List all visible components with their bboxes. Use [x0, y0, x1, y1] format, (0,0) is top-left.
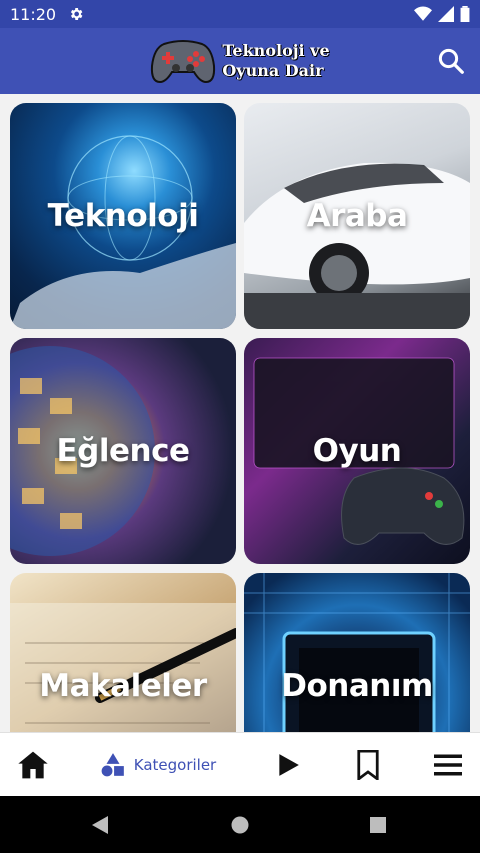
app-title-line2: Oyuna Dair: [222, 61, 324, 80]
pen-paper-image: [10, 603, 236, 732]
search-icon: [438, 48, 464, 74]
nav-categories-button[interactable]: Kategoriler: [98, 733, 218, 797]
categories-shapes-icon: [101, 753, 124, 777]
category-label: Makaleler: [39, 668, 207, 704]
battery-icon: [460, 6, 470, 22]
category-label: Araba: [306, 198, 408, 234]
app-logo[interactable]: Teknoloji ve Oyuna Dair: [150, 36, 330, 86]
bookmark-icon: [357, 750, 379, 780]
category-tile-donanim[interactable]: Donanım: [244, 573, 470, 732]
category-tile-teknoloji[interactable]: Teknoloji: [10, 103, 236, 329]
wifi-icon: [414, 6, 432, 21]
category-label: Oyun: [312, 433, 402, 469]
system-recents-button[interactable]: [358, 796, 398, 853]
play-icon: [279, 754, 299, 776]
recents-square-icon: [370, 816, 386, 833]
category-label: Donanım: [281, 668, 433, 704]
nav-home-button[interactable]: [10, 733, 56, 797]
gamepad-logo-icon: [151, 40, 216, 84]
system-back-button[interactable]: [80, 796, 120, 853]
app-title-line1: Teknoloji ve: [222, 41, 330, 60]
system-home-button[interactable]: [220, 796, 260, 853]
system-navigation-bar: [0, 796, 480, 853]
nav-play-button[interactable]: [266, 733, 310, 797]
bottom-navigation: Kategoriler: [0, 732, 480, 796]
nav-bookmarks-button[interactable]: [346, 733, 390, 797]
category-label: Eğlence: [56, 433, 191, 469]
category-tile-araba[interactable]: Araba: [244, 103, 470, 329]
home-circle-icon: [231, 816, 249, 833]
menu-icon: [434, 754, 462, 776]
category-label: Teknoloji: [47, 198, 199, 234]
app-bar: Teknoloji ve Oyuna Dair: [0, 28, 480, 94]
settings-icon: [71, 8, 83, 20]
home-icon: [18, 751, 48, 779]
status-time: 11:20: [10, 4, 57, 24]
category-tile-makaleler[interactable]: Makaleler: [10, 573, 236, 732]
category-tile-eglence[interactable]: Eğlence: [10, 338, 236, 564]
back-triangle-icon: [92, 815, 108, 834]
app-title: Teknoloji ve Oyuna Dair: [222, 41, 329, 81]
chip-image: [244, 573, 470, 732]
status-icons: [414, 6, 470, 22]
nav-categories-label: Kategoriler: [133, 756, 217, 774]
status-bar: 11:20: [0, 0, 480, 28]
search-button[interactable]: [436, 46, 466, 76]
category-grid: Teknoloji Araba Eğlence Oyun Makaleler D…: [0, 94, 480, 732]
category-tile-oyun[interactable]: Oyun: [244, 338, 470, 564]
nav-menu-button[interactable]: [426, 733, 470, 797]
signal-icon: [438, 6, 454, 22]
